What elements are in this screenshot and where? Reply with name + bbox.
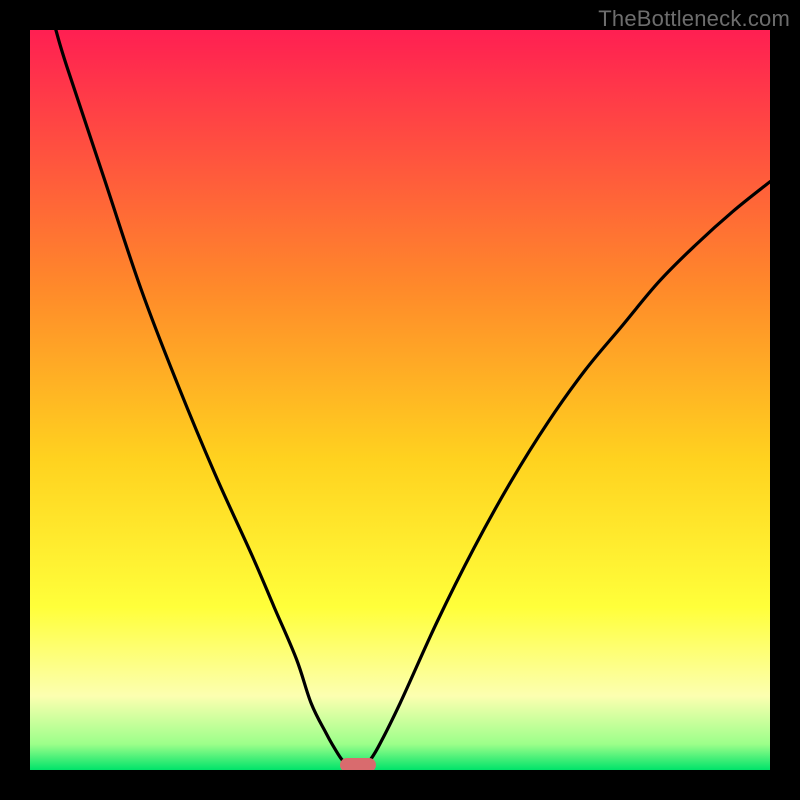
watermark-text: TheBottleneck.com bbox=[598, 6, 790, 32]
curve-right bbox=[367, 182, 770, 765]
optimum-marker bbox=[340, 758, 376, 770]
chart-frame: TheBottleneck.com bbox=[0, 0, 800, 800]
bottleneck-curves bbox=[30, 30, 770, 770]
curve-left bbox=[56, 30, 347, 765]
plot-area bbox=[30, 30, 770, 770]
